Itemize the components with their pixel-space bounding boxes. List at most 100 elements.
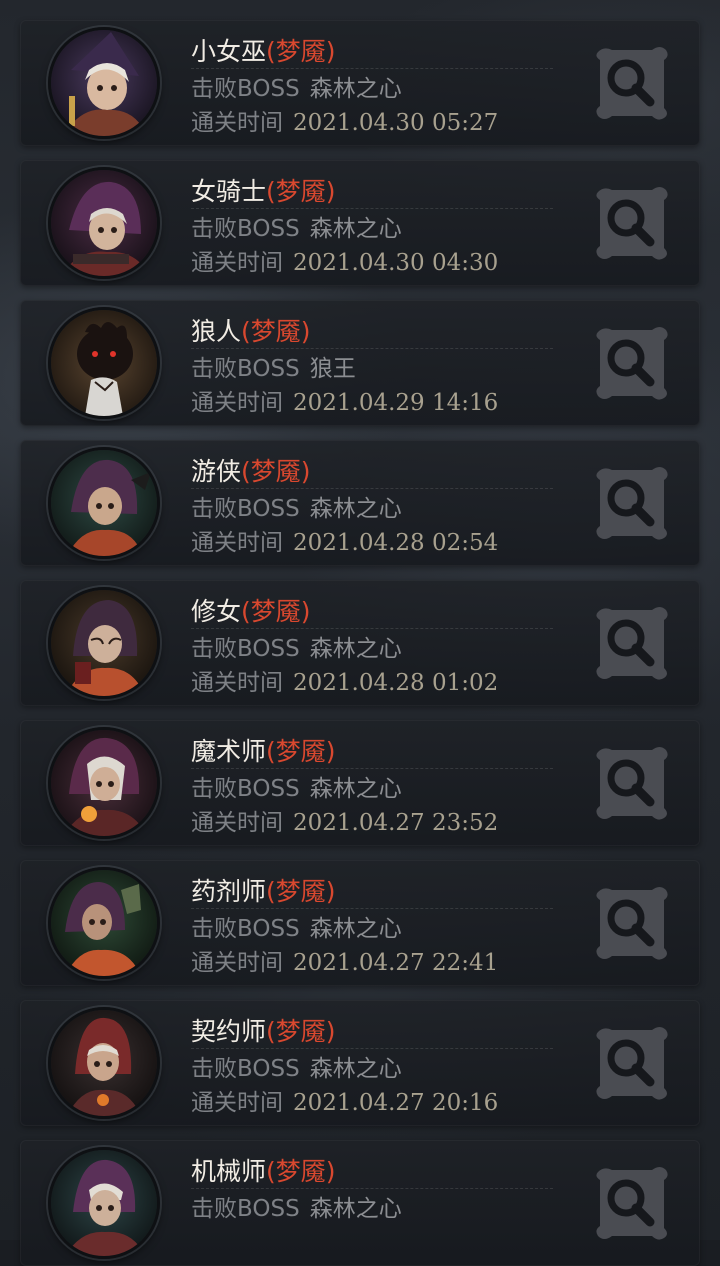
view-details-button[interactable] (590, 1022, 672, 1104)
clear-time-line: 通关时间 2021.04.28 01:02 (191, 668, 498, 698)
character-name-line: 修女(梦魇) (191, 594, 311, 630)
boss-label: 击败BOSS (191, 1056, 300, 1082)
boss-line: 击败BOSS 森林之心 (191, 914, 402, 944)
dashed-divider (191, 208, 553, 209)
boss-label: 击败BOSS (191, 76, 300, 102)
clear-time-label: 通关时间 (191, 110, 283, 136)
alchemist-portrait (48, 867, 160, 979)
clear-time-value: 2021.04.30 04:30 (293, 250, 499, 276)
character-name: 小女巫 (191, 37, 267, 66)
boss-name: 森林之心 (309, 216, 402, 242)
magician-portrait (48, 727, 160, 839)
difficulty-label: (梦魇) (266, 177, 336, 206)
record-row[interactable]: 小女巫(梦魇) 击败BOSS 森林之心 通关时间 2021.04.30 05:27 (20, 20, 700, 146)
clear-time-label: 通关时间 (191, 670, 283, 696)
magnifier-scroll-icon (596, 1027, 668, 1100)
clear-time-label: 通关时间 (191, 390, 283, 416)
ranger-portrait (48, 447, 160, 559)
boss-line: 击败BOSS 狼王 (191, 354, 356, 384)
magnifier-scroll-icon (596, 607, 668, 680)
clear-time-label: 通关时间 (191, 810, 283, 836)
boss-name: 森林之心 (309, 496, 402, 522)
character-name-line: 小女巫(梦魇) (191, 34, 336, 70)
boss-label: 击败BOSS (191, 356, 300, 382)
clear-time-value: 2021.04.28 01:02 (293, 670, 499, 696)
clear-time-line: 通关时间 2021.04.28 02:54 (191, 528, 498, 558)
boss-name: 狼王 (309, 356, 356, 382)
character-name-line: 狼人(梦魇) (191, 314, 311, 350)
record-row[interactable]: 契约师(梦魇) 击败BOSS 森林之心 通关时间 2021.04.27 20:16 (20, 1000, 700, 1126)
boss-name: 森林之心 (309, 1196, 402, 1222)
clear-time-label: 通关时间 (191, 950, 283, 976)
character-name: 药剂师 (191, 877, 267, 906)
boss-label: 击败BOSS (191, 916, 300, 942)
clear-time-label: 通关时间 (191, 250, 283, 276)
boss-line: 击败BOSS 森林之心 (191, 1054, 402, 1084)
dashed-divider (191, 488, 553, 489)
view-details-button[interactable] (590, 602, 672, 684)
dashed-divider (191, 68, 553, 69)
view-details-button[interactable] (590, 322, 672, 404)
clear-time-line: 通关时间 2021.04.27 23:52 (191, 808, 498, 838)
female-knight-portrait (48, 167, 160, 279)
clear-time-line: 通关时间 2021.04.29 14:16 (191, 388, 498, 418)
record-row[interactable]: 魔术师(梦魇) 击败BOSS 森林之心 通关时间 2021.04.27 23:52 (20, 720, 700, 846)
clear-time-line: 通关时间 2021.04.27 22:41 (191, 948, 498, 978)
character-name: 女骑士 (191, 177, 267, 206)
record-row[interactable]: 游侠(梦魇) 击败BOSS 森林之心 通关时间 2021.04.28 02:54 (20, 440, 700, 566)
view-details-button[interactable] (590, 1162, 672, 1244)
boss-line: 击败BOSS 森林之心 (191, 634, 402, 664)
boss-name: 森林之心 (309, 916, 402, 942)
record-row[interactable]: 女骑士(梦魇) 击败BOSS 森林之心 通关时间 2021.04.30 04:30 (20, 160, 700, 286)
character-name-line: 女骑士(梦魇) (191, 174, 336, 210)
clear-time-value: 2021.04.27 20:16 (293, 1090, 499, 1116)
clear-time-value: 2021.04.27 23:52 (293, 810, 499, 836)
character-name-line: 药剂师(梦魇) (191, 874, 336, 910)
boss-label: 击败BOSS (191, 636, 300, 662)
character-name-line: 魔术师(梦魇) (191, 734, 336, 770)
clear-time-line: 通关时间 2021.04.30 04:30 (191, 248, 498, 278)
magnifier-scroll-icon (596, 747, 668, 820)
magnifier-scroll-icon (596, 467, 668, 540)
view-details-button[interactable] (590, 742, 672, 824)
clear-time-value: 2021.04.29 14:16 (293, 390, 499, 416)
difficulty-label: (梦魇) (266, 37, 336, 66)
view-details-button[interactable] (590, 182, 672, 264)
record-row[interactable]: 机械师(梦魇) 击败BOSS 森林之心 (20, 1140, 700, 1266)
record-row[interactable]: 药剂师(梦魇) 击败BOSS 森林之心 通关时间 2021.04.27 22:41 (20, 860, 700, 986)
boss-line: 击败BOSS 森林之心 (191, 1194, 402, 1224)
contractor-portrait (48, 1007, 160, 1119)
clear-time-value: 2021.04.30 05:27 (293, 110, 499, 136)
view-details-button[interactable] (590, 42, 672, 124)
boss-line: 击败BOSS 森林之心 (191, 494, 402, 524)
boss-line: 击败BOSS 森林之心 (191, 74, 402, 104)
difficulty-label: (梦魇) (266, 1017, 336, 1046)
dashed-divider (191, 1048, 553, 1049)
clear-time-line: 通关时间 2021.04.27 20:16 (191, 1088, 498, 1118)
little-witch-portrait (48, 27, 160, 139)
record-row[interactable]: 狼人(梦魇) 击败BOSS 狼王 通关时间 2021.04.29 14:16 (20, 300, 700, 426)
werewolf-portrait (48, 307, 160, 419)
boss-name: 森林之心 (309, 1056, 402, 1082)
boss-line: 击败BOSS 森林之心 (191, 774, 402, 804)
boss-label: 击败BOSS (191, 216, 300, 242)
view-details-button[interactable] (590, 462, 672, 544)
clear-record-list[interactable]: 小女巫(梦魇) 击败BOSS 森林之心 通关时间 2021.04.30 05:27 (0, 0, 720, 1266)
difficulty-label: (梦魇) (241, 317, 311, 346)
clear-time-line: 通关时间 2021.04.30 05:27 (191, 108, 498, 138)
boss-line: 击败BOSS 森林之心 (191, 214, 402, 244)
mechanic-portrait (48, 1147, 160, 1259)
character-name: 魔术师 (191, 737, 267, 766)
record-row[interactable]: 修女(梦魇) 击败BOSS 森林之心 通关时间 2021.04.28 01:02 (20, 580, 700, 706)
boss-name: 森林之心 (309, 776, 402, 802)
boss-name: 森林之心 (309, 636, 402, 662)
boss-name: 森林之心 (309, 76, 402, 102)
boss-label: 击败BOSS (191, 776, 300, 802)
clear-time-value: 2021.04.28 02:54 (293, 530, 499, 556)
clear-time-label: 通关时间 (191, 1090, 283, 1116)
difficulty-label: (梦魇) (266, 1157, 336, 1186)
character-name: 游侠 (191, 457, 242, 486)
magnifier-scroll-icon (596, 47, 668, 120)
clear-time-value: 2021.04.27 22:41 (293, 950, 499, 976)
view-details-button[interactable] (590, 882, 672, 964)
